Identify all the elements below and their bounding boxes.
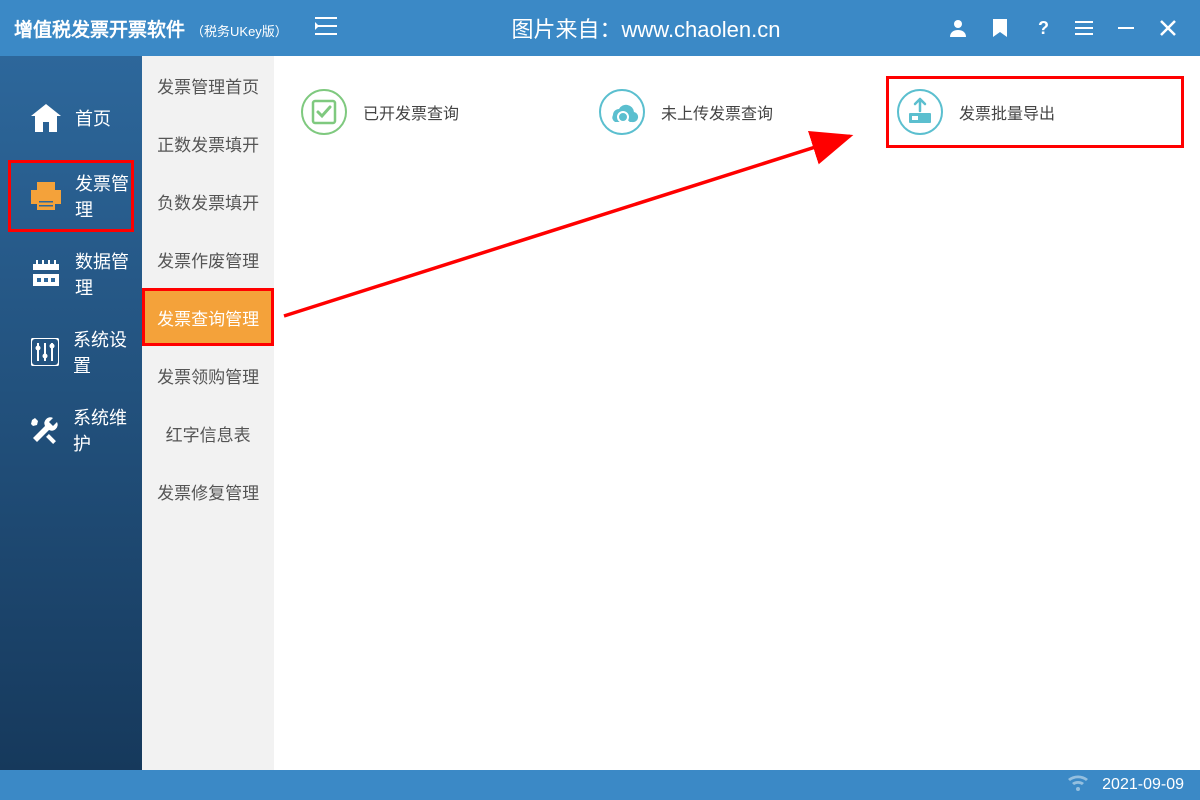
subnav-label: 正数发票填开 xyxy=(157,131,259,156)
nav-system-settings[interactable]: 系统设置 xyxy=(8,316,134,388)
subnav-label: 负数发票填开 xyxy=(157,189,259,214)
titlebar: 增值税发票开票软件 （税务UKey版） 图片来自：www.chaolen.cn … xyxy=(0,0,1200,56)
menu-toggle-button[interactable] xyxy=(308,17,344,40)
action-label: 已开发票查询 xyxy=(363,100,459,124)
subnav-label: 发票作废管理 xyxy=(157,247,259,272)
nav-invoice-mgmt[interactable]: 发票管理 xyxy=(8,160,134,232)
action-batch-export[interactable]: 发票批量导出 xyxy=(886,76,1184,148)
action-row: 已开发票查询 未上传发票查询 发票批量导出 xyxy=(290,76,1184,148)
nav-home[interactable]: 首页 xyxy=(8,82,134,154)
subnav-label: 发票查询管理 xyxy=(157,305,259,330)
tools-icon xyxy=(31,415,59,445)
sidebar-primary: 首页 发票管理 数据管理 系统设置 系统维护 xyxy=(0,56,142,770)
svg-text:?: ? xyxy=(1038,18,1049,38)
action-issued-query[interactable]: 已开发票查询 xyxy=(290,76,588,148)
close-icon[interactable] xyxy=(1158,18,1178,38)
statusbar: 2021-09-09 xyxy=(0,770,1200,800)
body: 首页 发票管理 数据管理 系统设置 系统维护 发票 xyxy=(0,56,1200,770)
bookmark-icon[interactable] xyxy=(990,18,1010,38)
subnav-red[interactable]: 红字信息表 xyxy=(142,404,274,462)
nav-label: 系统维护 xyxy=(73,404,131,456)
nav-data-mgmt[interactable]: 数据管理 xyxy=(8,238,134,310)
subnav-query[interactable]: 发票查询管理 xyxy=(142,288,274,346)
subnav-void[interactable]: 发票作废管理 xyxy=(142,230,274,288)
nav-label: 首页 xyxy=(75,105,111,131)
main-content: 已开发票查询 未上传发票查询 发票批量导出 xyxy=(274,56,1200,770)
subnav-label: 发票领购管理 xyxy=(157,363,259,388)
help-icon[interactable]: ? xyxy=(1032,18,1052,38)
subnav-label: 红字信息表 xyxy=(166,421,251,446)
sliders-icon xyxy=(31,337,59,367)
nav-system-maint[interactable]: 系统维护 xyxy=(8,394,134,466)
user-icon[interactable] xyxy=(948,18,968,38)
home-icon xyxy=(31,103,61,133)
check-document-icon xyxy=(301,89,347,135)
app-subtitle: （税务UKey版） xyxy=(191,21,288,40)
wifi-icon xyxy=(1068,775,1088,796)
export-disk-icon xyxy=(897,89,943,135)
nav-label: 发票管理 xyxy=(75,170,131,222)
subnav-positive[interactable]: 正数发票填开 xyxy=(142,114,274,172)
titlebar-source-text: 图片来自：www.chaolen.cn xyxy=(344,12,948,44)
annotation-arrow xyxy=(274,56,1166,770)
subnav-label: 发票修复管理 xyxy=(157,479,259,504)
subnav-invoice-home[interactable]: 发票管理首页 xyxy=(142,56,274,114)
subnav-label: 发票管理首页 xyxy=(157,73,259,98)
more-icon[interactable] xyxy=(1074,18,1094,38)
printer-icon xyxy=(31,181,61,211)
nav-label: 系统设置 xyxy=(73,326,131,378)
subnav-purchase[interactable]: 发票领购管理 xyxy=(142,346,274,404)
nav-label: 数据管理 xyxy=(75,248,131,300)
titlebar-controls: ? xyxy=(948,18,1200,38)
app-title: 增值税发票开票软件 xyxy=(14,15,185,42)
titlebar-brand: 增值税发票开票软件 （税务UKey版） xyxy=(0,15,308,42)
subnav-negative[interactable]: 负数发票填开 xyxy=(142,172,274,230)
action-label: 未上传发票查询 xyxy=(661,100,773,124)
status-date: 2021-09-09 xyxy=(1102,776,1184,794)
action-unuploaded-query[interactable]: 未上传发票查询 xyxy=(588,76,886,148)
minimize-icon[interactable] xyxy=(1116,18,1136,38)
subnav-repair[interactable]: 发票修复管理 xyxy=(142,462,274,520)
sidebar-secondary: 发票管理首页 正数发票填开 负数发票填开 发票作废管理 发票查询管理 发票领购管… xyxy=(142,56,274,770)
data-icon xyxy=(31,259,61,289)
action-label: 发票批量导出 xyxy=(959,100,1055,124)
cloud-search-icon xyxy=(599,89,645,135)
